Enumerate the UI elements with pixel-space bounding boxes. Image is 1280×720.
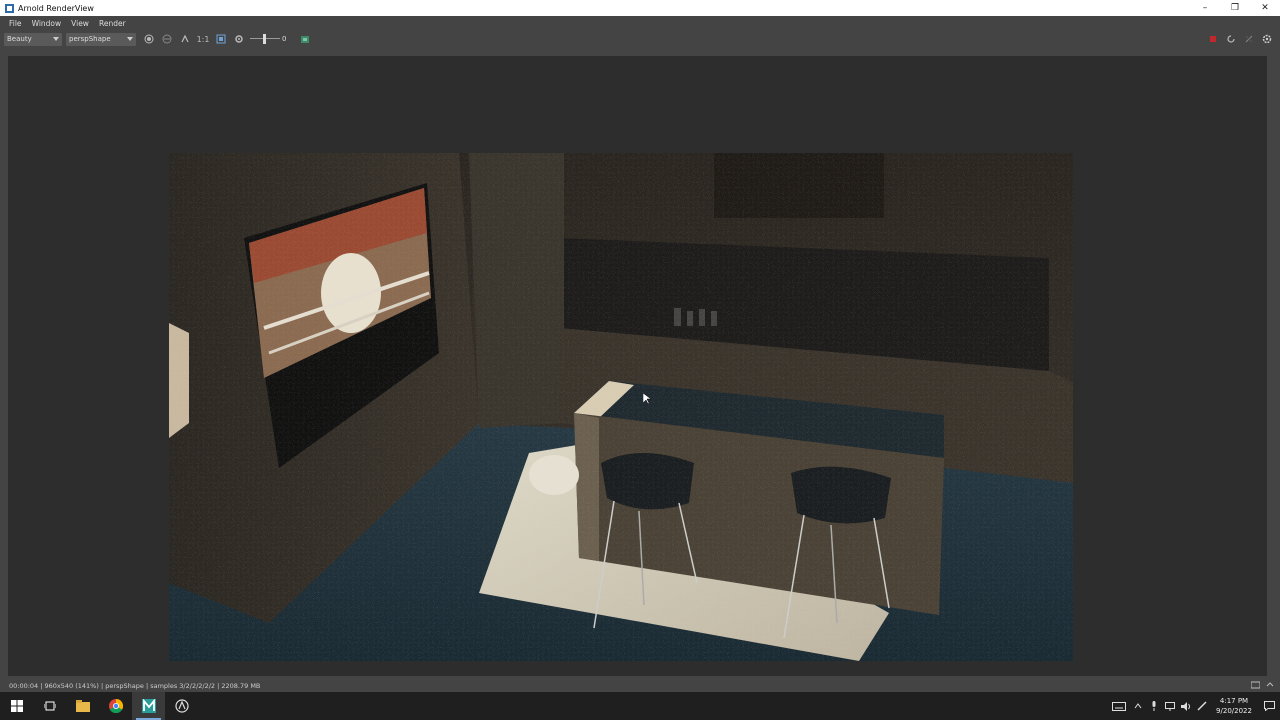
gear-icon[interactable] <box>1260 32 1274 46</box>
file-explorer-icon[interactable] <box>66 692 99 720</box>
snapshot-icon[interactable] <box>298 32 312 46</box>
minimize-icon[interactable]: – <box>1190 0 1220 16</box>
clock-time: 4:17 PM <box>1219 697 1249 705</box>
camera-dropdown[interactable]: perspShape <box>66 32 136 46</box>
compare-icon[interactable] <box>160 32 174 46</box>
menubar: File Window View Render <box>0 16 1280 30</box>
aov-dropdown[interactable]: Beauty <box>4 32 62 46</box>
exposure-slider-handle[interactable] <box>263 34 266 44</box>
pen-icon[interactable] <box>1194 692 1210 720</box>
settings-icon[interactable] <box>232 32 246 46</box>
snapshot-status-icon[interactable] <box>1250 681 1261 691</box>
interactive-icon[interactable] <box>1242 32 1256 46</box>
render-image <box>169 153 1073 661</box>
rerender-icon[interactable] <box>1224 32 1238 46</box>
mouse-cursor-icon <box>642 392 652 407</box>
toolbar: Beauty perspShape 1:1 0 <box>0 30 1280 48</box>
restore-icon[interactable]: ❐ <box>1220 0 1250 16</box>
exposure-slider[interactable] <box>250 32 280 46</box>
render-viewport[interactable] <box>8 56 1267 676</box>
chevron-up-icon[interactable] <box>1130 692 1146 720</box>
menu-window[interactable]: Window <box>27 19 67 28</box>
menu-file[interactable]: File <box>4 19 27 28</box>
window-title: Arnold RenderView <box>18 3 94 13</box>
task-view-icon[interactable] <box>33 692 66 720</box>
taskbar-clock[interactable]: 4:17 PM 9/20/2022 <box>1210 696 1258 716</box>
render-stop-icon[interactable] <box>1206 32 1220 46</box>
system-tray: 4:17 PM 9/20/2022 <box>1108 692 1280 720</box>
maya-icon[interactable] <box>132 692 165 720</box>
refresh-icon[interactable] <box>178 32 192 46</box>
camera-dropdown-value: perspShape <box>69 35 111 43</box>
chrome-icon[interactable] <box>99 692 132 720</box>
collapse-icon[interactable] <box>1266 681 1274 691</box>
aov-dropdown-value: Beauty <box>7 35 32 43</box>
window-titlebar: Arnold RenderView – ❐ ✕ <box>0 0 1280 16</box>
toolbar-right-group <box>1204 32 1276 46</box>
render-status-text: 00:00:04 | 960x540 (141%) | perspShape |… <box>9 682 261 690</box>
windows-start-icon[interactable] <box>0 692 33 720</box>
status-bar: 00:00:04 | 960x540 (141%) | perspShape |… <box>0 680 1280 692</box>
status-right-icons <box>1250 681 1274 691</box>
zoom-ratio[interactable]: 1:1 <box>196 32 210 46</box>
exposure-value: 0 <box>282 35 287 43</box>
windows-taskbar: 4:17 PM 9/20/2022 <box>0 692 1280 720</box>
chevron-down-icon <box>53 36 59 41</box>
close-icon[interactable]: ✕ <box>1250 0 1280 16</box>
chevron-down-icon <box>127 36 133 41</box>
kitchen-render <box>169 153 1073 661</box>
clock-date: 9/20/2022 <box>1216 707 1252 715</box>
keyboard-icon[interactable] <box>1108 692 1130 720</box>
volume-icon[interactable] <box>1178 692 1194 720</box>
arnold-icon[interactable] <box>165 692 198 720</box>
arnold-app-icon <box>4 3 14 13</box>
network-icon[interactable] <box>1162 692 1178 720</box>
crop-region-icon[interactable] <box>214 32 228 46</box>
menu-render[interactable]: Render <box>94 19 131 28</box>
microphone-icon[interactable] <box>1146 692 1162 720</box>
menu-view[interactable]: View <box>66 19 94 28</box>
channel-icon[interactable] <box>142 32 156 46</box>
notification-icon[interactable] <box>1258 692 1280 720</box>
